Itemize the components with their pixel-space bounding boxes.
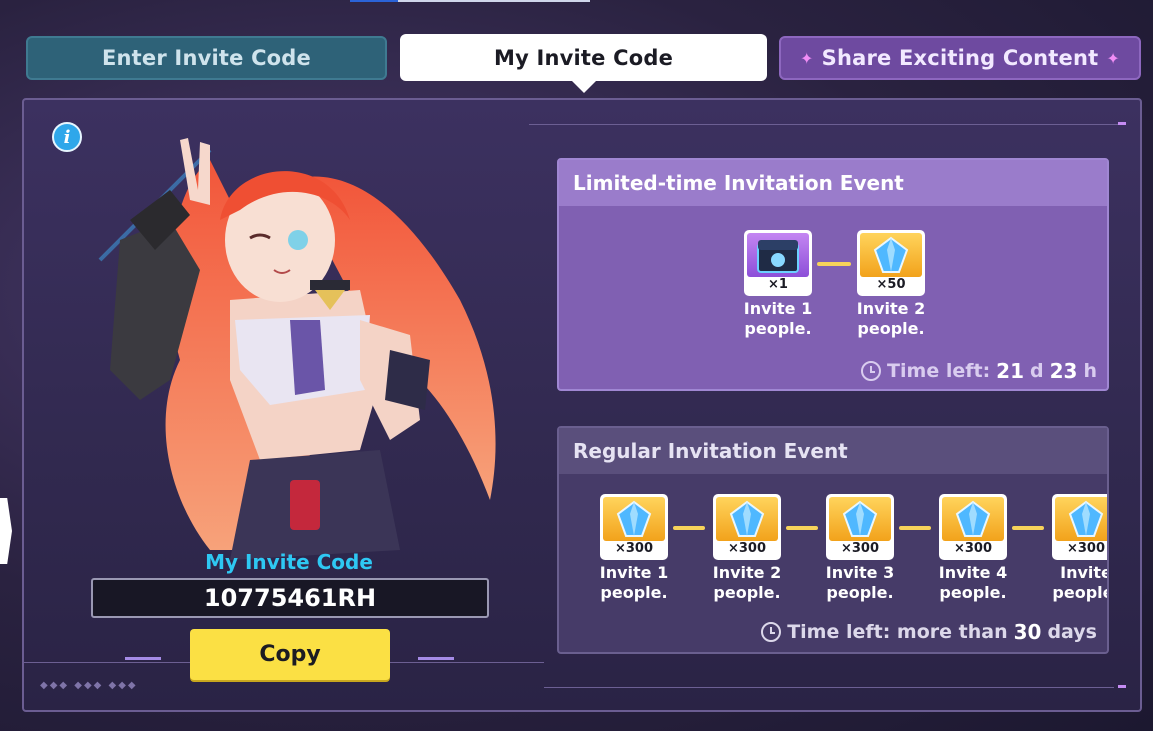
reward-quantity: ×300 — [953, 541, 993, 556]
reward-condition-line1: Invite 1 — [599, 563, 669, 582]
reward-quantity: ×1 — [768, 277, 788, 292]
reward-connector — [673, 526, 705, 530]
decor-dots: ◆◆◆ ◆◆◆ ◆◆◆ — [40, 680, 138, 691]
tab-mine-label: My Invite Code — [493, 45, 674, 70]
left-arrow-icon[interactable] — [0, 498, 12, 564]
time-left-prefix: Time left: more than — [787, 621, 1008, 643]
reward-item[interactable]: ×300 Invite 2 people. — [712, 494, 782, 603]
sparkle-icon: ✦ — [1106, 48, 1120, 68]
crystal-icon — [603, 497, 665, 541]
reward-item[interactable]: ×50 Invite 2 people. — [856, 230, 926, 339]
time-left-days: 30 — [1013, 620, 1042, 644]
reward-condition-line1: Invite 2 — [856, 299, 926, 318]
crystal-icon — [1055, 497, 1107, 541]
reward-item[interactable]: ×300 Invite 4 people. — [938, 494, 1008, 603]
regular-event-card: Regular Invitation Event ×300 Invite 1 p… — [557, 426, 1109, 654]
time-left-d: d — [1030, 360, 1044, 382]
reward-quantity: ×300 — [614, 541, 654, 556]
reward-box: ×300 — [600, 494, 668, 560]
crystal-icon — [942, 497, 1004, 541]
corner-mark — [1118, 122, 1126, 125]
top-bar-accent — [350, 0, 398, 2]
corner-mark — [1118, 685, 1126, 688]
limited-time-event-card: Limited-time Invitation Event ×1 Invite … — [557, 158, 1109, 391]
reward-connector — [899, 526, 931, 530]
reward-quantity: ×300 — [1066, 541, 1106, 556]
reward-condition-line1: Invite 1 — [743, 299, 813, 318]
treasure-chest-icon — [747, 233, 809, 277]
decor-dash — [125, 657, 161, 660]
time-left: Time left: more than 30 days — [761, 620, 1097, 644]
reward-condition-line2: people. — [600, 583, 668, 602]
crystal-icon — [716, 497, 778, 541]
invite-code-label: My Invite Code — [205, 550, 373, 574]
reward-condition-line1: Invite 2 — [712, 563, 782, 582]
reward-item[interactable]: ×1 Invite 1 people. — [743, 230, 813, 339]
time-left-days: 21 — [996, 359, 1025, 383]
time-left-prefix: Time left: — [887, 360, 991, 382]
character-illustration — [98, 138, 496, 560]
reward-item[interactable]: ×300 Invite 1 people. — [599, 494, 669, 603]
time-left-days-suffix: days — [1047, 621, 1097, 643]
reward-box: ×300 — [713, 494, 781, 560]
reward-quantity: ×300 — [840, 541, 880, 556]
event-title: Regular Invitation Event — [559, 428, 1107, 474]
top-bar — [350, 0, 590, 2]
tab-share-exciting-content[interactable]: ✦ Share Exciting Content ✦ — [779, 36, 1141, 80]
time-left: Time left: 21 d 23 h — [861, 359, 1097, 383]
reward-item[interactable]: ×300 Invite people. — [1051, 494, 1107, 603]
reward-connector — [1012, 526, 1044, 530]
event-title: Limited-time Invitation Event — [559, 160, 1107, 206]
reward-quantity: ×300 — [727, 541, 767, 556]
reward-box: ×300 — [939, 494, 1007, 560]
sparkle-icon: ✦ — [800, 48, 814, 68]
reward-condition-line2: people. — [857, 319, 925, 338]
clock-icon — [861, 361, 882, 381]
reward-condition-line2: people. — [826, 583, 894, 602]
reward-quantity: ×50 — [876, 277, 906, 292]
reward-box: ×300 — [1052, 494, 1107, 560]
clock-icon — [761, 622, 782, 642]
crystal-icon — [829, 497, 891, 541]
tab-my-invite-code[interactable]: My Invite Code — [400, 34, 767, 93]
reward-condition-line2: people. — [744, 319, 812, 338]
tab-share-label: Share Exciting Content — [821, 46, 1099, 70]
invite-code-value: 10775461RH — [203, 584, 377, 612]
reward-condition-line2: people. — [1052, 583, 1107, 602]
reward-condition-line2: people. — [939, 583, 1007, 602]
copy-button[interactable]: Copy — [190, 629, 390, 680]
divider — [544, 687, 1114, 688]
divider — [529, 124, 1119, 125]
reward-connector — [817, 262, 851, 266]
reward-condition-line2: people. — [713, 583, 781, 602]
reward-connector — [786, 526, 818, 530]
time-left-hours: 23 — [1049, 359, 1078, 383]
reward-condition-line1: Invite 3 — [825, 563, 895, 582]
invite-code-display: 10775461RH — [91, 578, 489, 618]
tab-enter-invite-code[interactable]: Enter Invite Code — [26, 36, 387, 80]
reward-box: ×50 — [857, 230, 925, 296]
reward-item[interactable]: ×300 Invite 3 people. — [825, 494, 895, 603]
decor-dash — [418, 657, 454, 660]
tab-enter-label: Enter Invite Code — [101, 46, 311, 70]
reward-box: ×300 — [826, 494, 894, 560]
time-left-h: h — [1083, 360, 1097, 382]
crystal-icon — [860, 233, 922, 277]
reward-box: ×1 — [744, 230, 812, 296]
reward-condition-line1: Invite — [1060, 563, 1107, 582]
reward-condition-line1: Invite 4 — [938, 563, 1008, 582]
